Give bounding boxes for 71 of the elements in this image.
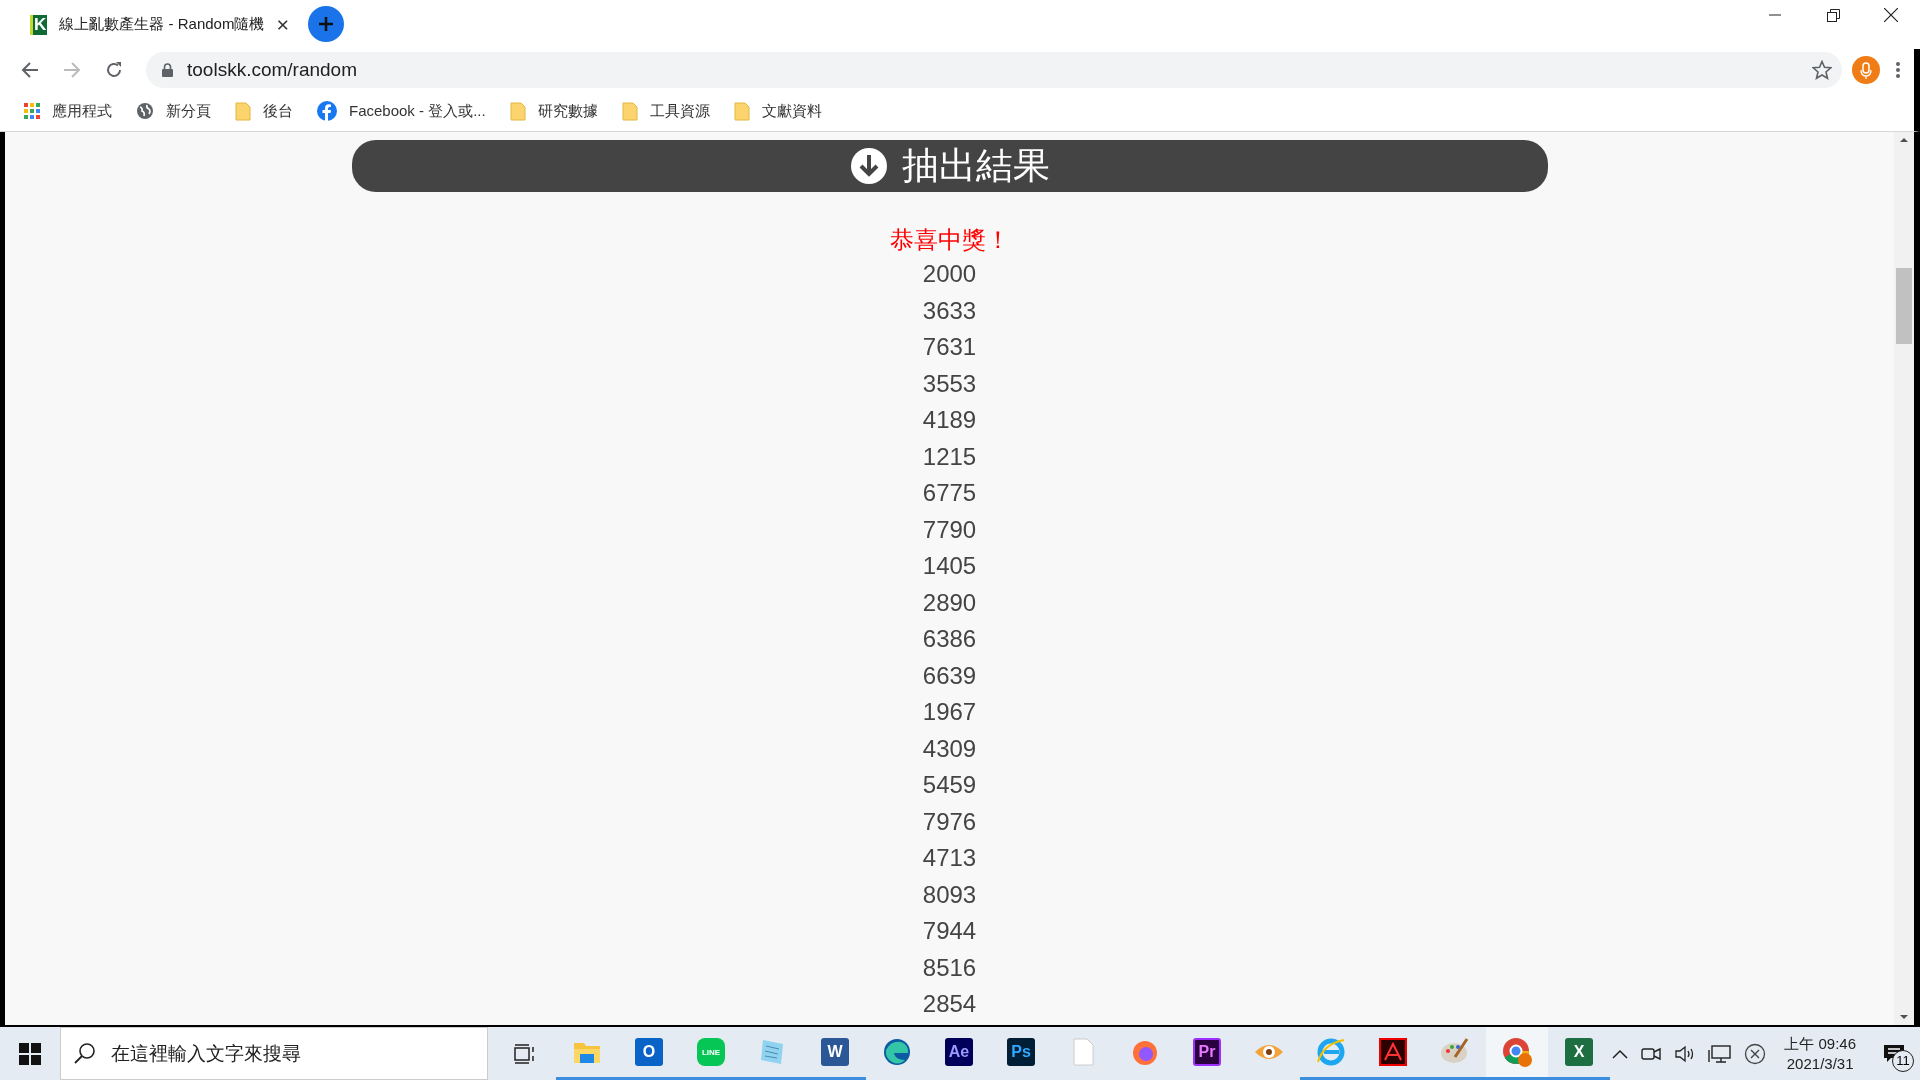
taskbar-search-field[interactable]: 在這裡輸入文字來搜尋	[60, 1027, 488, 1080]
random-number: 3633	[922, 295, 977, 326]
plus-icon	[317, 15, 335, 33]
error-circle-icon[interactable]	[1744, 1042, 1767, 1065]
apps-grid-icon	[24, 103, 40, 119]
scrollbar-thumb[interactable]	[1896, 268, 1912, 344]
bookmark-folder-icon	[733, 101, 750, 121]
back-arrow-icon	[21, 61, 39, 79]
taskbar-app-button[interactable]: W	[804, 1027, 866, 1080]
forward-arrow-icon	[63, 61, 81, 79]
profile-avatar[interactable]	[1852, 56, 1880, 84]
random-number: 6386	[922, 624, 977, 654]
taskbar-app-button[interactable]: Pr	[1176, 1027, 1238, 1080]
e-ring-logo-icon	[1315, 1036, 1347, 1068]
bookmark-item[interactable]: 後台	[235, 101, 293, 121]
random-number: 4309	[922, 733, 977, 764]
new-tab-button[interactable]	[308, 6, 344, 42]
browser-logo-icon	[1501, 1036, 1533, 1068]
bookmark-star-icon[interactable]	[1812, 60, 1832, 80]
bookmark-item[interactable]: 研究數據	[509, 101, 598, 121]
taskbar-app-button[interactable]: X	[1548, 1027, 1610, 1080]
random-number: 1215	[922, 441, 977, 472]
lock-icon	[162, 63, 173, 77]
taskbar-app-button[interactable]: Ps	[990, 1027, 1052, 1080]
show-hidden-icons-chevron[interactable]	[1612, 1048, 1629, 1059]
random-number: 5459	[922, 770, 977, 800]
random-number: 4713	[922, 843, 977, 873]
swirl-logo-icon	[881, 1036, 913, 1068]
taskbar-clock[interactable]: 上午 09:46 2021/3/31	[1778, 1033, 1862, 1074]
bookmark-item[interactable]: 新分頁	[136, 101, 211, 121]
random-number: 7790	[922, 514, 977, 545]
random-number: 2854	[922, 989, 977, 1019]
site-favicon: K	[30, 14, 48, 35]
bookmark-item[interactable]: 工具資源	[621, 101, 710, 121]
task-view-icon	[514, 1043, 536, 1064]
search-icon	[74, 1042, 96, 1064]
facebook-icon	[317, 101, 337, 121]
bookmark-folder-icon	[621, 101, 638, 121]
random-number: 2890	[922, 587, 977, 618]
network-icon[interactable]	[1708, 1043, 1733, 1064]
random-number: 4189	[922, 405, 977, 435]
address-bar[interactable]: toolskk.com/random	[146, 52, 1842, 88]
random-number: 7976	[922, 806, 977, 837]
random-number: 7631	[922, 332, 977, 362]
bookmark-item[interactable]: Facebook - 登入或...	[317, 101, 486, 121]
bookmark-item[interactable]: 應用程式	[24, 101, 112, 121]
down-arrow-circle-icon	[849, 147, 888, 185]
bookmark-folder-icon	[509, 101, 526, 121]
random-number: 8516	[922, 952, 977, 983]
close-icon	[1884, 8, 1898, 22]
reload-icon	[105, 61, 123, 79]
bookmark-item[interactable]: 文獻資料	[733, 101, 822, 121]
taskbar-app-button[interactable]: Ae	[928, 1027, 990, 1080]
document-reader-icon	[1377, 1036, 1409, 1068]
draw-result-button[interactable]: 抽出結果	[351, 140, 1548, 192]
random-number: 6639	[922, 660, 977, 691]
random-number: 8093	[922, 879, 977, 910]
random-number: 1967	[922, 697, 977, 727]
globe-icon	[136, 102, 154, 120]
congratulations-text: 恭喜中獎！	[889, 225, 1010, 255]
random-number: 3553	[922, 368, 977, 399]
random-number: 1405	[922, 551, 977, 581]
notification-button[interactable]: 11	[1874, 1033, 1914, 1074]
restore-icon	[1826, 8, 1840, 22]
taskbar-app-button[interactable]: O	[618, 1027, 680, 1080]
tab-title: 線上亂數產生器 - Random隨機	[59, 15, 265, 34]
windows-logo-icon	[19, 1042, 41, 1065]
random-number: 6775	[922, 478, 977, 508]
bookmark-folder-icon	[235, 101, 251, 121]
random-number: 2000	[922, 259, 977, 289]
random-number: 7944	[922, 916, 977, 946]
